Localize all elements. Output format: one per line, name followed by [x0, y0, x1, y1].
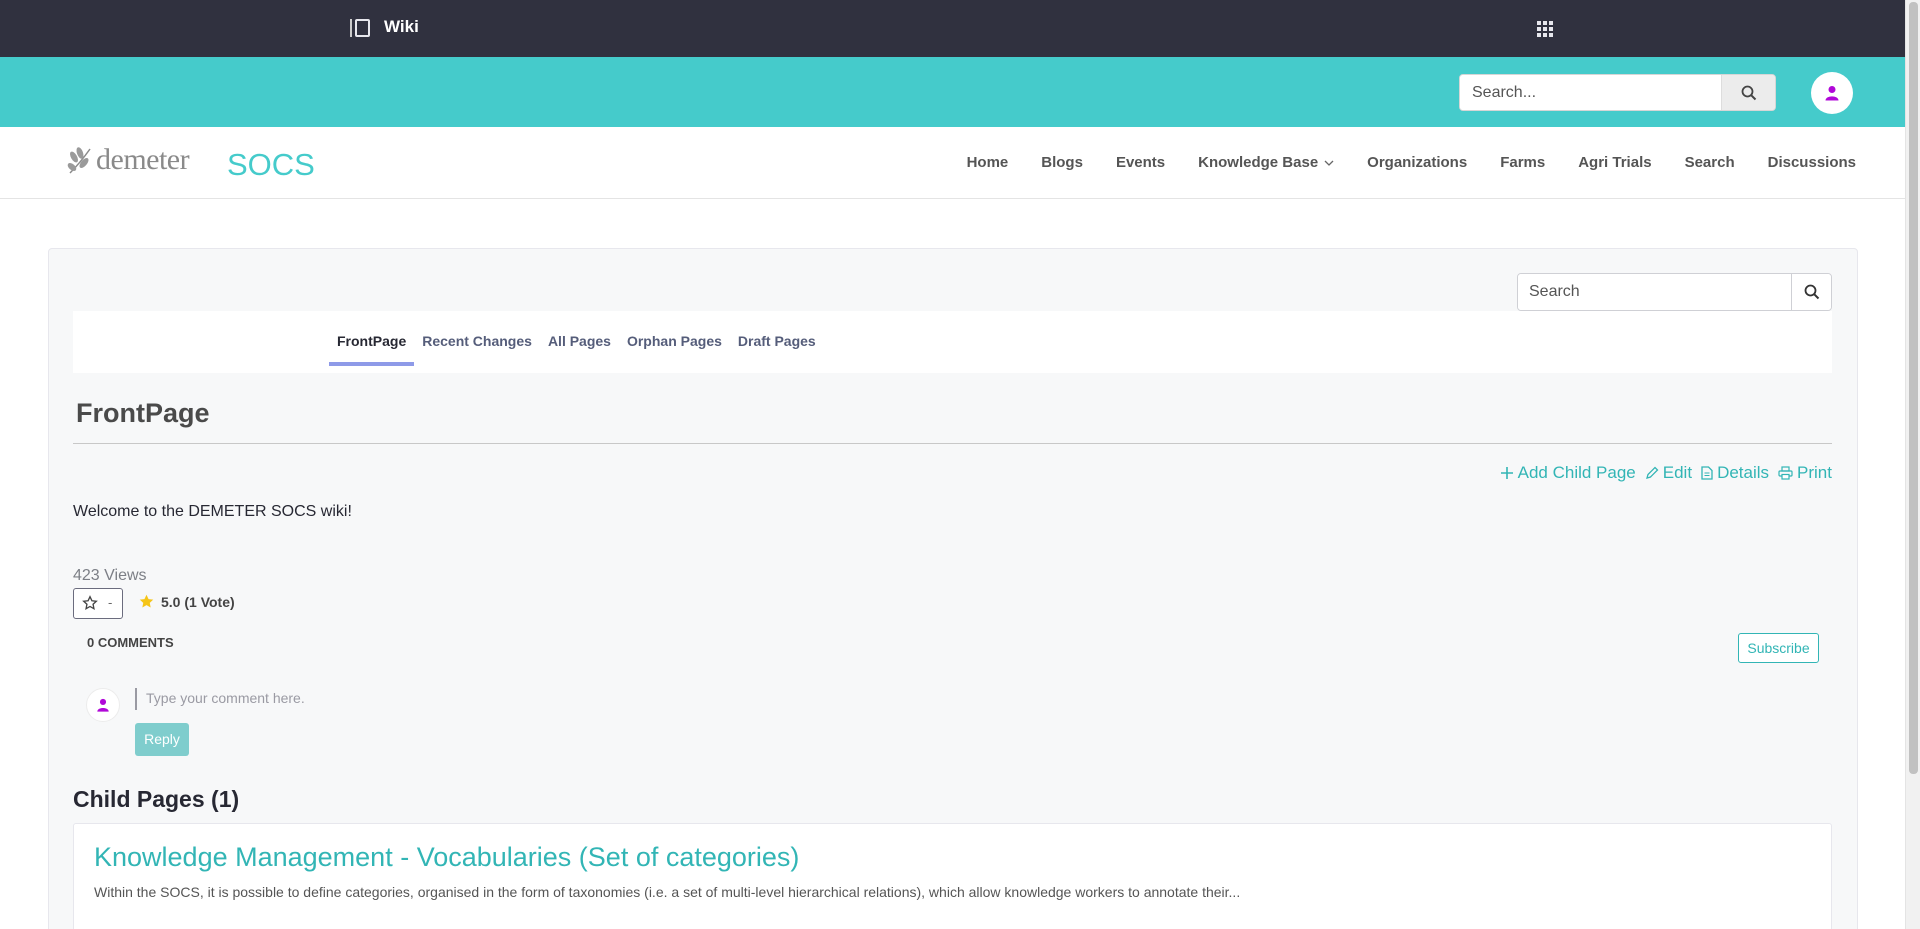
print-label: Print [1797, 463, 1832, 482]
child-pages-heading: Child Pages (1) [73, 786, 240, 812]
nav-item-discussions[interactable]: Discussions [1768, 154, 1856, 171]
chevron-down-icon [1324, 160, 1334, 166]
document-icon [1701, 466, 1713, 480]
star-filled-icon [139, 594, 154, 608]
nav-item-knowledge-base[interactable]: Knowledge Base [1198, 154, 1334, 171]
page-scrollbar[interactable] [1905, 0, 1920, 929]
tab-all-pages[interactable]: All Pages [540, 311, 619, 366]
search-icon [1741, 85, 1757, 101]
sidebar-toggle-icon[interactable] [350, 19, 370, 37]
control-bar-title: Wiki [384, 17, 419, 36]
wiki-search [1517, 273, 1832, 311]
print-icon [1778, 466, 1793, 480]
page-title: FrontPage [76, 398, 210, 428]
pencil-icon [1645, 466, 1659, 479]
scrollbar-thumb[interactable] [1909, 2, 1918, 774]
user-avatar-button[interactable] [1811, 72, 1853, 114]
nav-item-agri-trials[interactable]: Agri Trials [1578, 154, 1651, 171]
site-name[interactable]: SOCS [227, 147, 315, 183]
details-label: Details [1717, 463, 1770, 482]
header-search [1459, 74, 1776, 111]
wiki-search-input[interactable] [1518, 274, 1790, 310]
favorite-count: - [108, 595, 113, 610]
nav-item-organizations[interactable]: Organizations [1367, 154, 1467, 171]
favorite-button[interactable]: - [73, 588, 123, 619]
nav-item-events[interactable]: Events [1116, 154, 1165, 171]
details-link[interactable]: Details [1701, 463, 1769, 483]
wheat-logo-icon [67, 147, 91, 174]
logo-text: demeter [96, 143, 190, 176]
edit-link[interactable]: Edit [1645, 463, 1692, 483]
child-page-title[interactable]: Knowledge Management - Vocabularies (Set… [94, 842, 799, 873]
print-link[interactable]: Print [1778, 463, 1832, 483]
wiki-tabs: FrontPage Recent Changes All Pages Orpha… [329, 311, 824, 366]
demeter-logo[interactable]: demeter [66, 141, 201, 181]
child-page-description: Within the SOCS, it is possible to defin… [94, 884, 1241, 900]
apps-grid-icon[interactable] [1537, 21, 1553, 37]
title-divider [73, 443, 1832, 444]
control-bar: Wiki [0, 0, 1905, 57]
search-icon [1804, 284, 1820, 300]
star-outline-icon [82, 595, 98, 610]
header-search-input[interactable] [1460, 75, 1722, 110]
tab-frontpage[interactable]: FrontPage [329, 311, 415, 366]
comment-input[interactable]: Type your comment here. [135, 688, 635, 710]
page-actions: Add Child Page Edit Details Print [1500, 463, 1832, 483]
reply-button[interactable]: Reply [135, 723, 189, 756]
tab-recent-changes[interactable]: Recent Changes [414, 311, 540, 366]
tab-draft-pages[interactable]: Draft Pages [730, 311, 824, 366]
wiki-tabs-bar: FrontPage Recent Changes All Pages Orpha… [73, 311, 1832, 373]
edit-label: Edit [1662, 463, 1693, 482]
add-child-page-link[interactable]: Add Child Page [1500, 463, 1636, 483]
rating[interactable]: 5.0 (1 Vote) [138, 593, 235, 610]
comments-count: 0 COMMENTS [87, 635, 174, 650]
nav-items: Home Blogs Events Knowledge Base Organiz… [967, 154, 1856, 171]
commenter-avatar [86, 688, 120, 722]
main-navigation: demeter SOCS Home Blogs Events Knowledge… [0, 127, 1905, 199]
nav-item-home[interactable]: Home [967, 154, 1009, 171]
tab-orphan-pages[interactable]: Orphan Pages [619, 311, 730, 366]
user-icon [1825, 86, 1839, 101]
plus-icon [1500, 467, 1513, 479]
user-icon [97, 698, 109, 712]
header-search-button[interactable] [1721, 75, 1775, 110]
view-count: 423 Views [73, 567, 147, 584]
nav-item-farms[interactable]: Farms [1500, 154, 1545, 171]
add-child-page-label: Add Child Page [1517, 463, 1636, 482]
nav-item-label: Knowledge Base [1198, 154, 1319, 171]
nav-item-search[interactable]: Search [1685, 154, 1735, 171]
child-page-card: Knowledge Management - Vocabularies (Set… [73, 823, 1832, 929]
wiki-content: Welcome to the DEMETER SOCS wiki! [73, 503, 352, 520]
wiki-search-button[interactable] [1791, 274, 1831, 310]
subscribe-button[interactable]: Subscribe [1738, 633, 1819, 663]
site-header [0, 57, 1905, 127]
nav-item-blogs[interactable]: Blogs [1041, 154, 1083, 171]
rating-score: 5.0 (1 Vote) [161, 593, 235, 610]
